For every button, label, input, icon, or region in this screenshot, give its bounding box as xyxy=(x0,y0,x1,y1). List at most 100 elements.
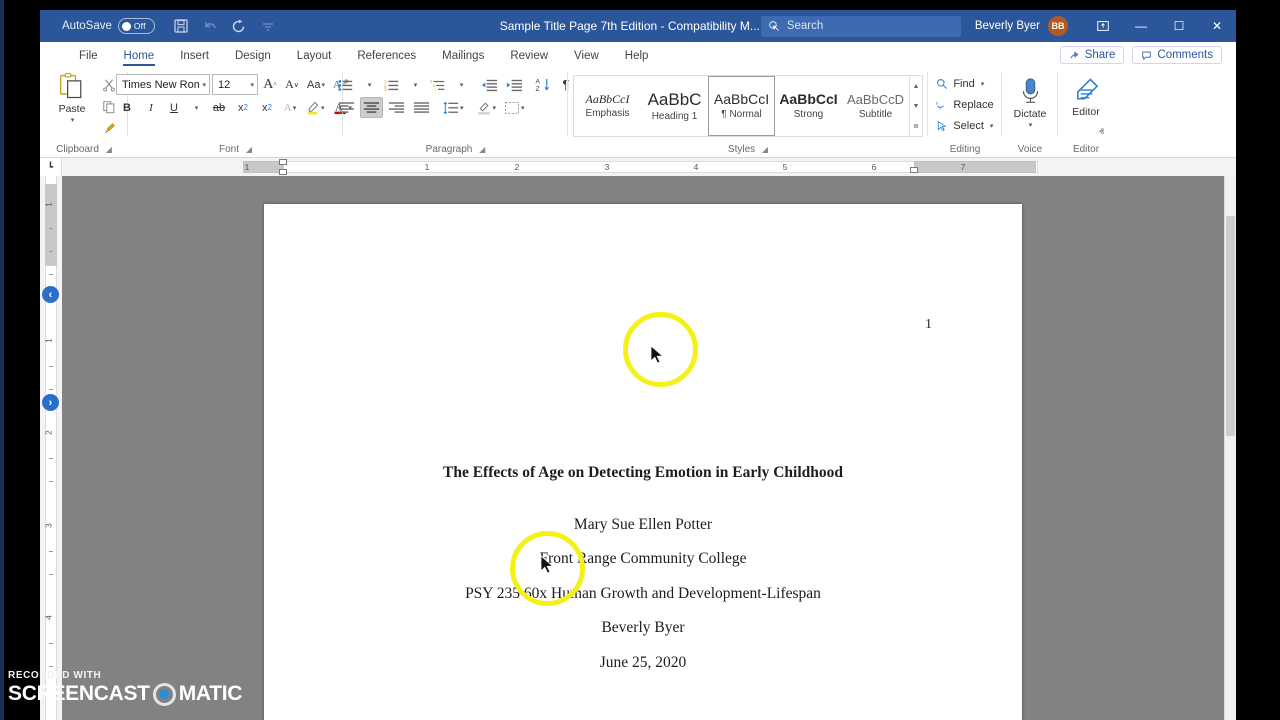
align-left-button[interactable] xyxy=(335,97,358,118)
paste-caret-icon[interactable]: ▾ xyxy=(71,116,75,124)
scrollbar-thumb[interactable] xyxy=(1226,216,1235,436)
underline-button[interactable]: U xyxy=(164,97,184,118)
redo-icon[interactable] xyxy=(231,18,247,34)
align-center-button[interactable] xyxy=(360,97,383,118)
style-strong[interactable]: AaBbCcI Strong xyxy=(775,76,842,136)
dictate-button[interactable]: Dictate ▾ xyxy=(1005,77,1055,129)
line-spacing-button[interactable]: ▾ xyxy=(440,97,467,118)
font-dialog-launcher[interactable]: ◢ xyxy=(246,145,252,154)
paste-button[interactable]: Paste ▾ xyxy=(49,72,95,124)
bullets-button[interactable] xyxy=(335,74,357,95)
font-size-combo[interactable]: 12 ▾ xyxy=(211,74,258,95)
style-subtitle[interactable]: AaBbCcD Subtitle xyxy=(842,76,909,136)
right-indent-marker[interactable] xyxy=(910,167,918,173)
document-course-line: PSY 235 60x Human Growth and Development… xyxy=(465,584,821,602)
user-name[interactable]: Beverly Byer xyxy=(975,20,1040,32)
tab-view[interactable]: View xyxy=(561,50,612,66)
numbering-button[interactable]: 1 2 3 xyxy=(381,74,403,95)
find-button[interactable]: Find ▾ xyxy=(933,74,996,94)
borders-icon xyxy=(505,101,520,114)
page-scroll-area[interactable]: 1 The Effects of Age on Detecting Emotio… xyxy=(62,176,1224,720)
style-heading-1[interactable]: AaBbC Heading 1 xyxy=(641,76,708,136)
maximize-button[interactable]: ☐ xyxy=(1160,10,1198,42)
strikethrough-button[interactable]: ab xyxy=(208,97,230,118)
svg-text:Z: Z xyxy=(536,86,540,92)
format-painter-button[interactable] xyxy=(99,118,119,139)
collapse-ribbon-button[interactable]: ⱏ xyxy=(1099,127,1104,138)
tab-home[interactable]: Home xyxy=(111,50,168,66)
shrink-font-button[interactable]: A ∨ xyxy=(282,74,302,95)
editor-button[interactable]: Editor xyxy=(1061,77,1111,118)
tab-stop-selector[interactable]: ┗ xyxy=(40,158,62,176)
multilevel-list-button[interactable]: 1 a i xyxy=(427,74,449,95)
document-page[interactable]: 1 The Effects of Age on Detecting Emotio… xyxy=(264,204,1022,720)
style-emphasis[interactable]: AaBbCcI Emphasis xyxy=(574,76,641,136)
decrease-indent-button[interactable] xyxy=(478,74,501,95)
search-input[interactable]: Search xyxy=(760,15,961,37)
increase-indent-button[interactable] xyxy=(503,74,526,95)
tab-review[interactable]: Review xyxy=(497,50,561,66)
save-icon[interactable] xyxy=(173,18,189,34)
tab-references[interactable]: References xyxy=(344,50,429,66)
numbering-caret-icon[interactable]: ▾ xyxy=(405,74,425,95)
replace-button[interactable]: b c Replace xyxy=(933,95,996,115)
tab-mailings[interactable]: Mailings xyxy=(429,50,497,66)
replace-icon: b c xyxy=(936,100,945,111)
comments-button[interactable]: Comments xyxy=(1132,46,1222,64)
superscript-button[interactable]: x2 xyxy=(256,97,278,118)
style-normal[interactable]: AaBbCcI ¶ Normal xyxy=(708,76,775,136)
overlay-nav-next[interactable]: › xyxy=(42,394,59,411)
share-button[interactable]: Share xyxy=(1059,46,1125,64)
borders-button[interactable]: ▾ xyxy=(501,97,528,118)
left-indent-marker[interactable] xyxy=(279,169,287,175)
close-button[interactable]: ✕ xyxy=(1198,10,1236,42)
styles-scrollbar[interactable]: ▲ ▼ ≣ xyxy=(909,76,922,136)
align-right-button[interactable] xyxy=(385,97,408,118)
tab-file[interactable]: File xyxy=(66,50,111,66)
customize-qat-icon[interactable] xyxy=(260,18,276,34)
sort-button[interactable]: A Z xyxy=(532,74,554,95)
select-button[interactable]: Select ▾ xyxy=(933,116,996,136)
grow-font-button[interactable]: A ^ xyxy=(260,74,280,95)
tab-design[interactable]: Design xyxy=(222,50,284,66)
undo-icon[interactable] xyxy=(202,18,218,34)
styles-dialog-launcher[interactable]: ◢ xyxy=(762,145,768,154)
underline-caret-icon[interactable]: ▾ xyxy=(186,97,206,118)
clipboard-dialog-launcher[interactable]: ◢ xyxy=(106,145,112,154)
styles-more-icon[interactable]: ≣ xyxy=(910,116,922,136)
overlay-nav-prev[interactable]: ‹ xyxy=(42,286,59,303)
chevron-down-icon[interactable]: ▾ xyxy=(250,81,254,89)
minimize-button[interactable]: — xyxy=(1122,10,1160,42)
ribbon-display-options-icon[interactable] xyxy=(1084,10,1122,42)
subscript-button[interactable]: x2 xyxy=(232,97,254,118)
font-name-combo[interactable]: Times New Rom ▾ xyxy=(115,74,210,95)
paragraph-dialog-launcher[interactable]: ◢ xyxy=(479,145,485,154)
text-highlight-button[interactable]: ▾ xyxy=(302,97,328,118)
chevron-down-icon[interactable]: ▾ xyxy=(202,81,206,89)
tab-layout[interactable]: Layout xyxy=(284,50,345,66)
vertical-scrollbar[interactable] xyxy=(1224,176,1236,720)
styles-scroll-down-icon[interactable]: ▼ xyxy=(910,96,922,116)
change-case-button[interactable]: Aa ▾ xyxy=(304,74,328,95)
first-line-indent-marker[interactable] xyxy=(279,159,287,165)
tab-help[interactable]: Help xyxy=(612,50,662,66)
italic-button[interactable]: I xyxy=(140,97,162,118)
multilevel-caret-icon[interactable]: ▾ xyxy=(451,74,471,95)
group-label-editing: Editing xyxy=(949,144,981,155)
document-text-body[interactable]: The Effects of Age on Detecting Emotion … xyxy=(264,456,1022,680)
dictate-caret-icon[interactable]: ▾ xyxy=(1029,121,1033,129)
paste-label: Paste xyxy=(58,103,86,115)
avatar[interactable]: BB xyxy=(1048,16,1068,36)
shading-button[interactable]: ▾ xyxy=(473,97,500,118)
bullets-caret-icon[interactable]: ▾ xyxy=(359,74,379,95)
horizontal-ruler[interactable]: 1 1 2 3 4 5 6 7 xyxy=(62,158,1236,176)
share-label: Share xyxy=(1084,49,1116,61)
bold-button[interactable]: B xyxy=(116,97,138,118)
justify-button[interactable] xyxy=(410,97,433,118)
text-effects-button[interactable]: A ▾ xyxy=(280,97,300,118)
styles-scroll-up-icon[interactable]: ▲ xyxy=(910,76,922,96)
tab-insert[interactable]: Insert xyxy=(167,50,222,66)
vertical-ruler[interactable]: 1 1 2 3 4 xyxy=(40,176,62,720)
autosave-toggle[interactable]: Off xyxy=(117,18,155,34)
autosave-control[interactable]: AutoSave Off xyxy=(62,18,155,34)
